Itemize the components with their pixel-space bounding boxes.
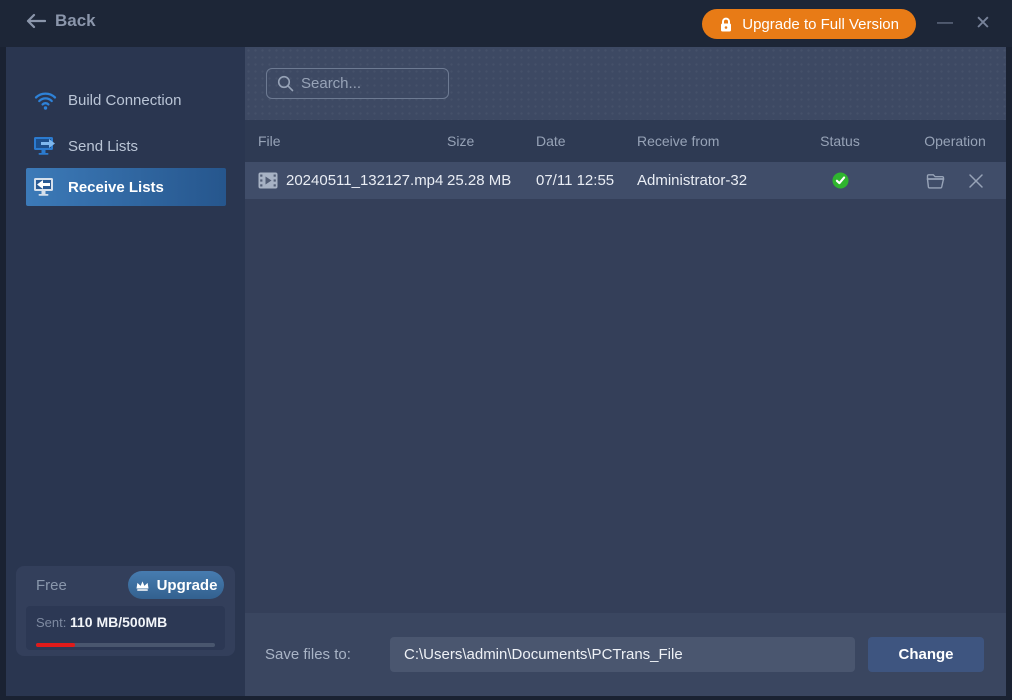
monitor-receive-icon: [33, 176, 58, 198]
file-name: 20240511_132127.mp4: [286, 172, 444, 189]
column-header-status: Status: [820, 133, 860, 149]
column-header-operation: Operation: [924, 133, 986, 149]
monitor-send-icon: [33, 135, 58, 157]
change-path-button[interactable]: Change: [868, 637, 984, 672]
status-success-icon: [831, 172, 849, 189]
table-empty-area: [245, 199, 1006, 660]
file-cell: 20240511_132127.mp4: [258, 162, 443, 199]
minimize-button[interactable]: —: [930, 8, 960, 38]
sidebar-item-label: Send Lists: [68, 137, 139, 155]
close-icon: ✕: [975, 12, 991, 34]
sidebar-item-send-lists[interactable]: Send Lists: [6, 127, 245, 165]
back-arrow-icon: [26, 13, 46, 29]
date-cell: 07/11 12:55: [536, 172, 615, 189]
main-panel: File Size Date Receive from Status Opera…: [245, 47, 1006, 696]
back-label: Back: [55, 11, 96, 30]
column-header-date: Date: [536, 133, 566, 149]
column-header-file: File: [258, 133, 281, 149]
search-input[interactable]: [267, 69, 448, 98]
close-button[interactable]: ✕: [968, 8, 998, 38]
quota-progress-fill: [36, 643, 76, 647]
status-cell: [795, 162, 885, 199]
column-header-receive-from: Receive from: [637, 133, 720, 149]
upgrade-full-version-button[interactable]: Upgrade to Full Version: [702, 9, 916, 39]
sidebar-item-receive-lists[interactable]: Receive Lists: [26, 168, 226, 206]
delete-button[interactable]: [968, 173, 984, 189]
save-location-bar: Save files to: Change: [245, 613, 1006, 696]
size-cell: 25.28 MB: [447, 172, 512, 189]
plan-tier-label: Free: [36, 577, 67, 594]
search-icon: [277, 75, 294, 92]
column-header-size: Size: [447, 133, 475, 149]
sent-value: 110 MB/500MB: [69, 614, 168, 630]
crown-icon: [136, 580, 149, 591]
upgrade-pill-label: Upgrade to Full Version: [742, 15, 899, 33]
wifi-icon: [33, 89, 58, 111]
table-header: File Size Date Receive from Status Opera…: [245, 120, 1006, 162]
quota-progress-track: [36, 643, 215, 647]
app-window: Back Upgrade to Full Version — ✕ Build C…: [0, 0, 1012, 700]
sidebar-item-label: Receive Lists: [68, 178, 164, 196]
delete-x-icon: [969, 173, 983, 188]
quota-box: Sent: 110 MB/500MB: [26, 606, 225, 650]
search-box: [266, 68, 449, 99]
back-button[interactable]: Back: [26, 11, 96, 31]
minimize-icon: —: [937, 14, 953, 31]
table-row[interactable]: 20240511_132127.mp4 25.28 MB 07/11 12:55…: [245, 162, 1006, 199]
save-path-input[interactable]: [390, 637, 855, 672]
upgrade-button[interactable]: Upgrade: [128, 571, 224, 599]
search-section: [245, 47, 1006, 120]
sidebar-item-label: Build Connection: [68, 91, 182, 109]
quota-text: Sent: 110 MB/500MB: [36, 614, 167, 630]
plan-card: Free Upgrade Sent: 110 MB/500MB: [16, 566, 235, 656]
operation-cell: [890, 162, 1012, 199]
sidebar-item-build-connection[interactable]: Build Connection: [6, 81, 245, 119]
sidebar: Build Connection Send Lists Receive List…: [6, 47, 245, 696]
open-folder-button[interactable]: [926, 172, 946, 189]
save-files-to-label: Save files to:: [265, 646, 351, 663]
upgrade-button-label: Upgrade: [156, 576, 218, 594]
video-file-icon: [258, 172, 278, 189]
title-bar: Back Upgrade to Full Version — ✕: [0, 0, 1012, 47]
receive-from-cell: Administrator-32: [637, 172, 748, 189]
folder-icon: [926, 174, 945, 189]
sent-label: Sent:: [36, 615, 67, 630]
lock-icon: [721, 17, 732, 31]
